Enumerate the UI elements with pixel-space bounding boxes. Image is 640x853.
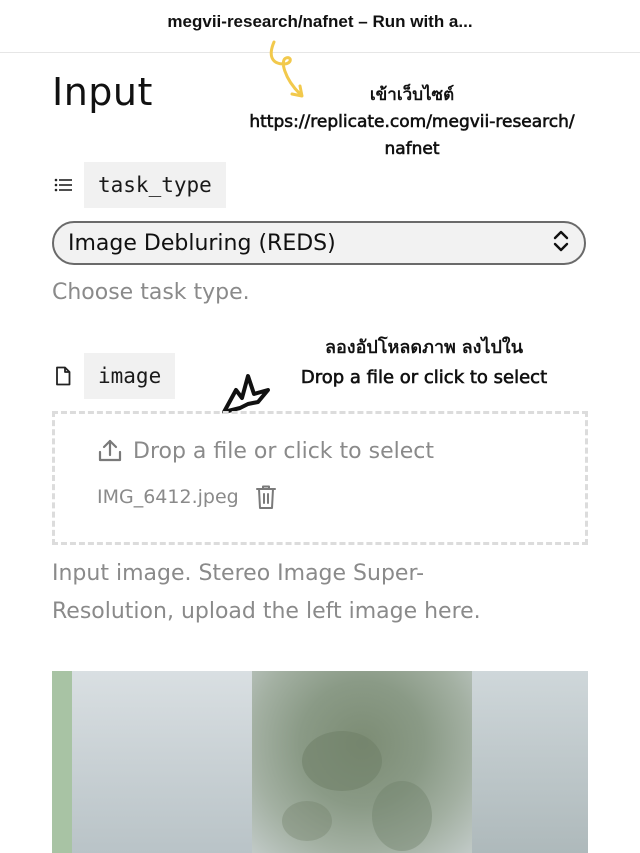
section-title: Input [52,70,153,114]
task-type-label-row: task_type [52,162,226,208]
upload-note-thai: ลองอัปโหลดภาพ ลงไปใน [324,337,524,359]
image-label-row: image [52,353,176,399]
upload-annotation: ลองอัปโหลดภาพ ลงไปใน Drop a file or clic… [244,333,604,393]
image-dropzone[interactable]: Drop a file or click to select IMG_6412.… [52,411,588,545]
website-note-thai: เข้าเว็บไซต์ [369,85,455,106]
trash-icon[interactable] [255,484,277,510]
task-type-selected-value: Image Debluring (REDS) [68,230,336,256]
uploaded-file: IMG_6412.jpeg [97,484,277,510]
chevron-up-down-icon [552,230,570,256]
website-annotation: เข้าเว็บไซต์ https://replicate.com/megvi… [202,82,622,163]
file-icon [52,365,74,387]
upload-note-english: Drop a file or click to select [300,367,548,389]
task-type-help: Choose task type. [52,280,250,305]
website-url: https://replicate.com/megvii-research/ [249,112,575,133]
uploaded-image-preview [52,671,588,853]
uploaded-file-name: IMG_6412.jpeg [97,486,239,508]
image-help-line2: Resolution, upload the left image here. [52,599,481,624]
task-type-label: task_type [84,162,226,208]
website-url-tail: nafnet [384,139,440,160]
drop-prompt[interactable]: Drop a file or click to select [97,438,434,464]
image-label: image [84,353,176,399]
page-tab-title: megvii-research/nafnet – Run with a... [167,12,473,31]
image-help-line1: Input image. Stereo Image Super- [52,561,425,586]
image-help: Input image. Stereo Image Super- Resolut… [52,555,481,631]
drop-prompt-text: Drop a file or click to select [133,438,434,464]
task-type-select[interactable]: Image Debluring (REDS) [52,221,586,265]
list-icon [52,174,74,196]
upload-icon [97,438,123,464]
